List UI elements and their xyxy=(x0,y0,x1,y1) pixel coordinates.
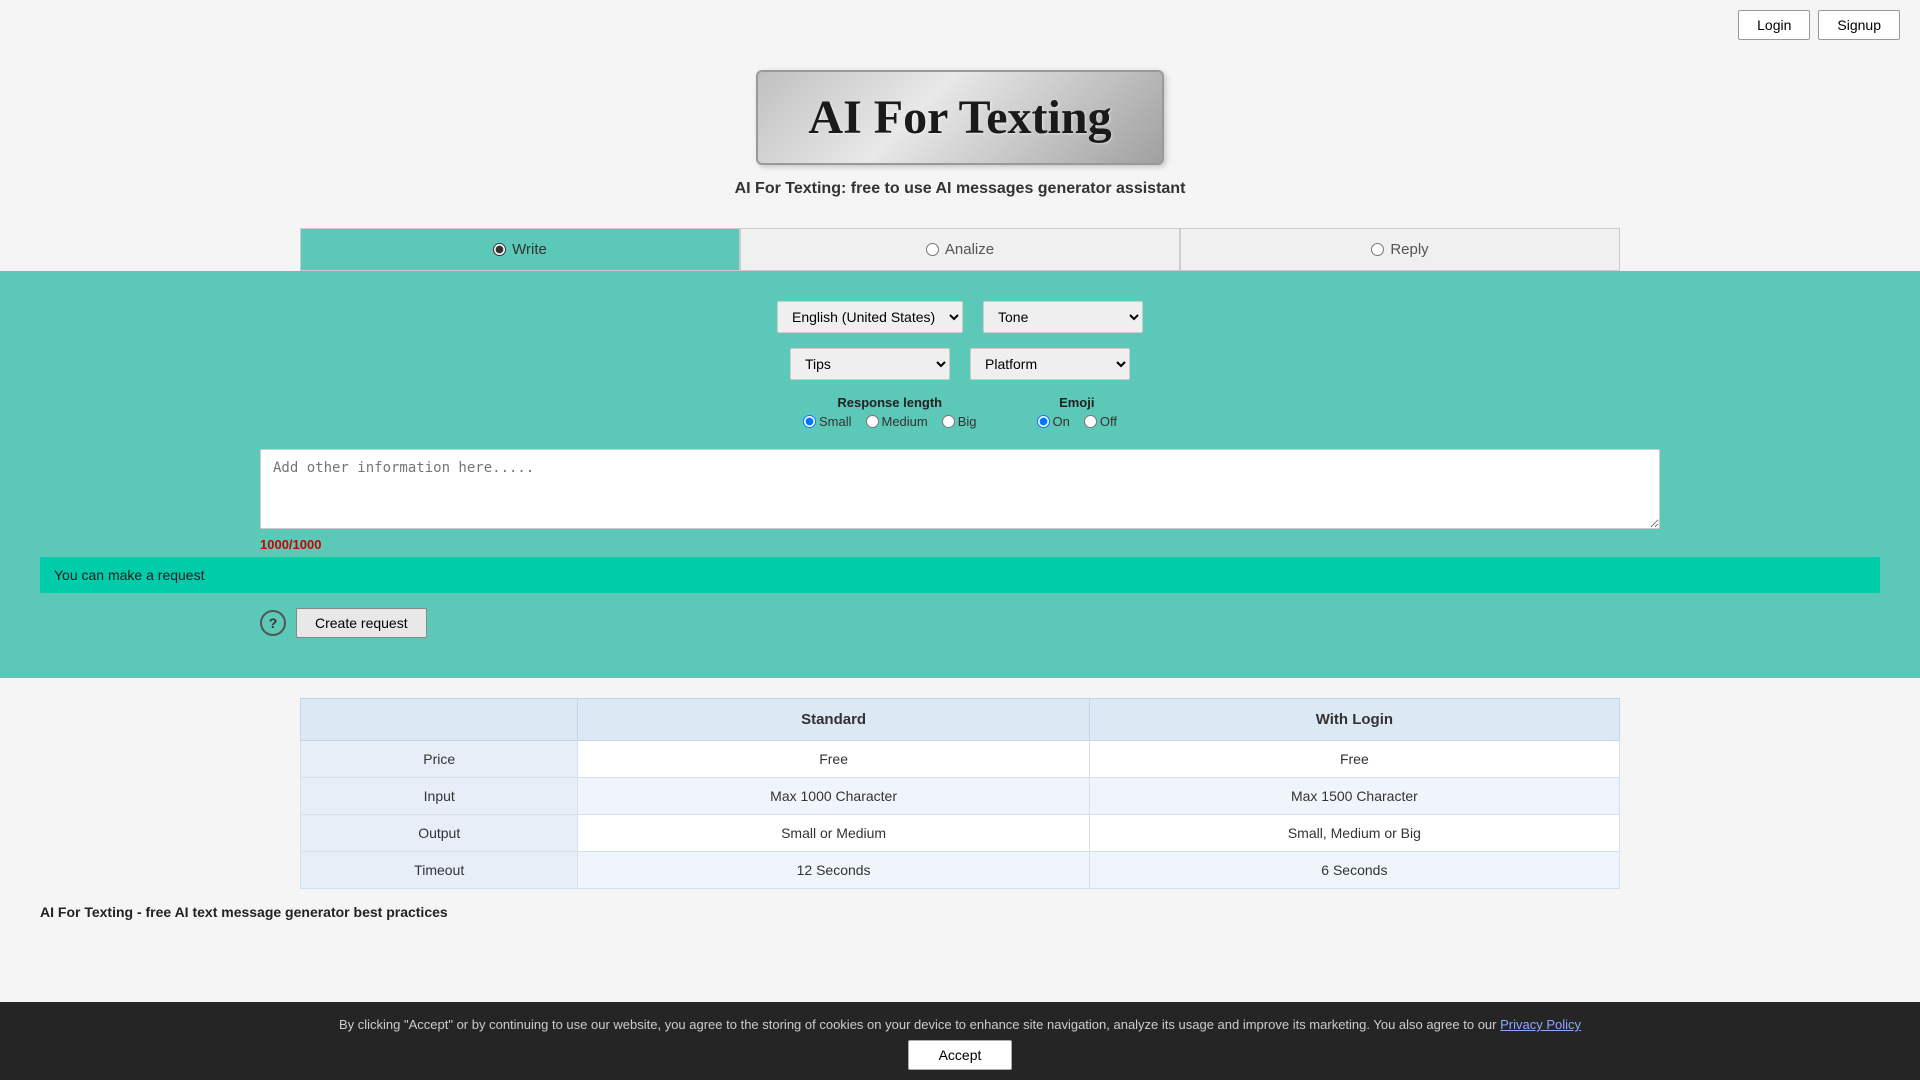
tone-select[interactable]: Tone xyxy=(983,301,1143,333)
char-count: 1000/1000 xyxy=(260,537,1660,552)
tab-row: Write Analize Reply xyxy=(260,228,1660,271)
controls-row-2: Tips Platform xyxy=(40,348,1880,380)
tab-reply[interactable]: Reply xyxy=(1180,228,1620,271)
tab-write-radio[interactable] xyxy=(493,243,506,256)
category-select[interactable]: Tips xyxy=(790,348,950,380)
tab-analize-label: Analize xyxy=(945,241,994,258)
response-medium-label: Medium xyxy=(882,414,928,429)
response-medium-radio[interactable] xyxy=(866,415,879,428)
emoji-label: Emoji xyxy=(1059,395,1094,410)
pricing-login-cell: 6 Seconds xyxy=(1089,852,1619,889)
controls-row-1: English (United States) Tone xyxy=(40,301,1880,333)
tab-analize[interactable]: Analize xyxy=(740,228,1180,271)
pricing-standard-cell: 12 Seconds xyxy=(578,852,1089,889)
pricing-section: Standard With Login PriceFreeFreeInputMa… xyxy=(260,698,1660,889)
pricing-feature-cell: Price xyxy=(301,741,578,778)
pricing-login-cell: Max 1500 Character xyxy=(1089,778,1619,815)
cookie-message: By clicking "Accept" or by continuing to… xyxy=(339,1017,1497,1032)
pricing-row: PriceFreeFree xyxy=(301,741,1620,778)
tab-reply-label: Reply xyxy=(1390,241,1428,258)
pricing-standard-cell: Free xyxy=(578,741,1089,778)
help-button[interactable]: ? xyxy=(260,610,286,636)
response-length-label: Response length xyxy=(837,395,942,410)
emoji-off-option[interactable]: Off xyxy=(1084,414,1117,429)
options-row: Response length Small Medium Big Emoji xyxy=(40,395,1880,429)
cookie-banner: By clicking "Accept" or by continuing to… xyxy=(0,1002,1920,1080)
pricing-row: Timeout12 Seconds6 Seconds xyxy=(301,852,1620,889)
pricing-feature-cell: Input xyxy=(301,778,578,815)
pricing-row: InputMax 1000 CharacterMax 1500 Characte… xyxy=(301,778,1620,815)
pricing-col-feature xyxy=(301,699,578,741)
pricing-login-cell: Free xyxy=(1089,741,1619,778)
login-button[interactable]: Login xyxy=(1738,10,1810,40)
emoji-off-radio[interactable] xyxy=(1084,415,1097,428)
main-section: English (United States) Tone Tips Platfo… xyxy=(0,271,1920,678)
pricing-standard-cell: Max 1000 Character xyxy=(578,778,1089,815)
pricing-table: Standard With Login PriceFreeFreeInputMa… xyxy=(300,698,1620,889)
emoji-on-label: On xyxy=(1053,414,1070,429)
pricing-col-with-login: With Login xyxy=(1089,699,1619,741)
language-select[interactable]: English (United States) xyxy=(777,301,963,333)
subtitle: AI For Texting: free to use AI messages … xyxy=(0,180,1920,198)
action-row: ? Create request xyxy=(260,608,1660,638)
pricing-col-standard: Standard xyxy=(578,699,1089,741)
response-big-label: Big xyxy=(958,414,977,429)
pricing-feature-cell: Timeout xyxy=(301,852,578,889)
response-small-radio[interactable] xyxy=(803,415,816,428)
emoji-on-radio[interactable] xyxy=(1037,415,1050,428)
pricing-row: OutputSmall or MediumSmall, Medium or Bi… xyxy=(301,815,1620,852)
response-medium-option[interactable]: Medium xyxy=(866,414,928,429)
tab-write-label: Write xyxy=(512,241,547,258)
info-bar-message: You can make a request xyxy=(54,567,204,583)
logo-section: AI For Texting AI For Texting: free to u… xyxy=(0,50,1920,228)
response-big-option[interactable]: Big xyxy=(942,414,977,429)
textarea-wrap xyxy=(260,449,1660,532)
logo-title: AI For Texting xyxy=(808,90,1111,145)
platform-select[interactable]: Platform xyxy=(970,348,1130,380)
privacy-policy-link[interactable]: Privacy Policy xyxy=(1500,1017,1581,1032)
header: Login Signup xyxy=(0,0,1920,50)
best-practices-label: AI For Texting - free AI text message ge… xyxy=(40,904,448,920)
response-length-group: Response length Small Medium Big xyxy=(803,395,977,429)
emoji-group: Emoji On Off xyxy=(1037,395,1117,429)
pricing-standard-cell: Small or Medium xyxy=(578,815,1089,852)
info-bar: You can make a request xyxy=(40,557,1880,593)
response-big-radio[interactable] xyxy=(942,415,955,428)
pricing-login-cell: Small, Medium or Big xyxy=(1089,815,1619,852)
tab-reply-radio[interactable] xyxy=(1371,243,1384,256)
tab-write[interactable]: Write xyxy=(300,228,740,271)
emoji-radios: On Off xyxy=(1037,414,1117,429)
response-length-radios: Small Medium Big xyxy=(803,414,977,429)
logo-box: AI For Texting xyxy=(756,70,1163,165)
response-small-option[interactable]: Small xyxy=(803,414,852,429)
info-textarea[interactable] xyxy=(260,449,1660,529)
signup-button[interactable]: Signup xyxy=(1818,10,1900,40)
pricing-feature-cell: Output xyxy=(301,815,578,852)
emoji-on-option[interactable]: On xyxy=(1037,414,1070,429)
emoji-off-label: Off xyxy=(1100,414,1117,429)
create-request-button[interactable]: Create request xyxy=(296,608,427,638)
best-practices: AI For Texting - free AI text message ge… xyxy=(0,889,1920,930)
pricing-header-row: Standard With Login xyxy=(301,699,1620,741)
tab-analize-radio[interactable] xyxy=(926,243,939,256)
accept-button[interactable]: Accept xyxy=(908,1040,1013,1070)
response-small-label: Small xyxy=(819,414,852,429)
